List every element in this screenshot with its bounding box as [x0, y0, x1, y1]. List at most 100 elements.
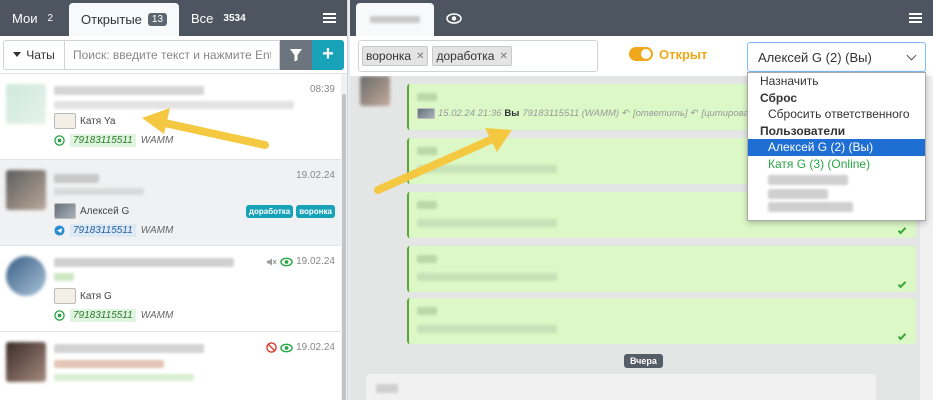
tab-current-chat[interactable]: [356, 3, 434, 36]
assignee-name: Катя Ya: [80, 115, 116, 127]
filter-button[interactable]: [280, 39, 312, 70]
tab-watch[interactable]: [434, 0, 474, 36]
dropdown-item-assign[interactable]: Назначить: [748, 73, 925, 90]
phone-number[interactable]: 79183115511: [70, 224, 136, 237]
responsible-select-value: Алексей G (2) (Вы): [758, 49, 872, 65]
hamburger-icon: [908, 13, 922, 23]
message-bubble[interactable]: [407, 298, 916, 344]
right-menu-button[interactable]: [897, 0, 933, 36]
phone-number[interactable]: 79183115511: [70, 134, 136, 147]
blurred-last-message: [54, 360, 164, 368]
chats-type-label: Чаты: [26, 47, 55, 62]
chats-type-dropdown[interactable]: Чаты: [3, 39, 65, 70]
left-menu-button[interactable]: [311, 0, 347, 36]
channel-name: WAMM: [140, 310, 174, 321]
reply-link[interactable]: [ответить]: [633, 108, 688, 119]
search-input[interactable]: [65, 39, 280, 70]
blurred-last-message: [54, 101, 294, 109]
blurred-message-meta: [417, 273, 557, 281]
reply-icon: ↶: [622, 108, 630, 119]
dropdown-item-user-online[interactable]: Катя G (3) (Online): [748, 156, 925, 173]
chat-time: 19.02.24: [296, 170, 335, 181]
tag-badge: доработка: [245, 205, 294, 218]
tab-open-label: Открытые: [81, 12, 142, 27]
tab-open-count: 13: [147, 13, 168, 26]
chat-time: 08:39: [310, 84, 335, 95]
chat-time-text: 08:39: [309, 84, 335, 95]
remove-tag-icon[interactable]: ✕: [499, 51, 507, 62]
blurred-message-meta: [417, 219, 557, 227]
status-toggle[interactable]: [629, 47, 653, 61]
chat-filter-tabs: Мои 2 Открытые 13 Все 3534: [0, 0, 347, 36]
dropdown-item-user-selected[interactable]: Алексей G (2) (Вы): [748, 139, 925, 156]
blurred-user-item[interactable]: [768, 202, 853, 212]
blurred-message-meta: [417, 165, 557, 173]
chat-time-text: 19.02.24: [296, 342, 335, 353]
avatar: [6, 170, 46, 210]
tab-open[interactable]: Открытые 13: [69, 3, 180, 36]
scrollbar-thumb[interactable]: [342, 94, 346, 400]
chat-list-item[interactable]: 19.02.24: [0, 332, 341, 400]
blurred-message-text: [417, 147, 437, 155]
chat-time: 19.02.24: [266, 342, 335, 353]
blurred-extra-line: [54, 374, 194, 381]
chat-list-item[interactable]: 19.02.24 Катя G 79183115511 WAMM: [0, 246, 341, 332]
new-chat-button[interactable]: +: [312, 39, 344, 70]
tab-mine[interactable]: Мои 2: [0, 0, 69, 36]
hamburger-icon: [322, 13, 336, 23]
channel-name: WAMM: [140, 225, 174, 236]
delivered-check-icon: [897, 225, 907, 235]
chat-time-text: 19.02.24: [296, 170, 335, 181]
blurred-last-message: [54, 188, 144, 195]
blurred-contact-name: [54, 174, 99, 183]
assignee: Катя Ya: [54, 113, 115, 129]
status-label: Открыт: [659, 47, 708, 62]
day-separator: Вчера: [624, 354, 663, 368]
chat-phone: 79183115511 WAMM: [54, 309, 173, 322]
message-bubble-incoming[interactable]: [366, 374, 876, 400]
contact-avatar: [360, 76, 390, 106]
tab-mine-label: Мои: [12, 10, 38, 26]
blurred-user-item[interactable]: [768, 175, 848, 185]
chat-list-panel: Мои 2 Открытые 13 Все 3534 Чаты +: [0, 0, 348, 400]
assignee-avatar: [54, 288, 76, 304]
delivered-check-icon: [897, 279, 907, 289]
author-avatar: [417, 108, 435, 119]
eye-icon: [280, 343, 293, 352]
chat-list-item[interactable]: 08:39 Катя Ya 79183115511 WAMM: [0, 74, 341, 160]
chat-view-tabs: [350, 0, 933, 36]
assignee: Алексей G: [54, 203, 129, 219]
caret-down-icon: [13, 52, 22, 57]
chat-time: 19.02.24: [266, 256, 335, 267]
message-author: Вы: [504, 108, 520, 119]
tag-chip-label: воронка: [366, 49, 412, 63]
delivered-check-icon: [897, 331, 907, 341]
blurred-contact-name: [54, 86, 204, 95]
chat-phone: 79183115511 WAMM: [54, 224, 173, 237]
dropdown-group-reset: Сброс: [760, 90, 798, 105]
responsible-select[interactable]: Алексей G (2) (Вы): [747, 42, 926, 72]
tag-chip: доработка ✕: [432, 46, 512, 66]
assignee-avatar: [54, 203, 76, 219]
chat-list-item[interactable]: 19.02.24 Алексей G доработка воронка 791…: [0, 160, 341, 246]
blurred-user-item[interactable]: [768, 188, 828, 199]
phone-number[interactable]: 79183115511: [70, 309, 136, 322]
avatar: [6, 342, 46, 382]
tab-mine-count: 2: [47, 12, 54, 24]
chat-list: 08:39 Катя Ya 79183115511 WAMM 19.02.24 …: [0, 74, 341, 400]
blurred-message-text: [417, 201, 437, 209]
blurred-message-text: [417, 255, 437, 263]
assignee-name: Катя G: [80, 290, 112, 302]
plus-icon: +: [322, 43, 334, 65]
chat-list-scrollbar[interactable]: [341, 74, 347, 400]
dropdown-item-reset[interactable]: Сбросить ответственного: [748, 106, 925, 123]
tags-input[interactable]: воронка ✕ доработка ✕: [358, 40, 598, 72]
blurred-message-meta: [417, 325, 557, 333]
tag-chip-label: доработка: [436, 49, 495, 63]
tag-chip: воронка ✕: [362, 46, 429, 66]
quote-icon: ↶: [690, 108, 699, 119]
tab-all-count: 3534: [223, 12, 246, 24]
tab-all[interactable]: Все 3534: [179, 0, 262, 36]
message-bubble[interactable]: [407, 246, 916, 292]
remove-tag-icon[interactable]: ✕: [416, 51, 424, 62]
